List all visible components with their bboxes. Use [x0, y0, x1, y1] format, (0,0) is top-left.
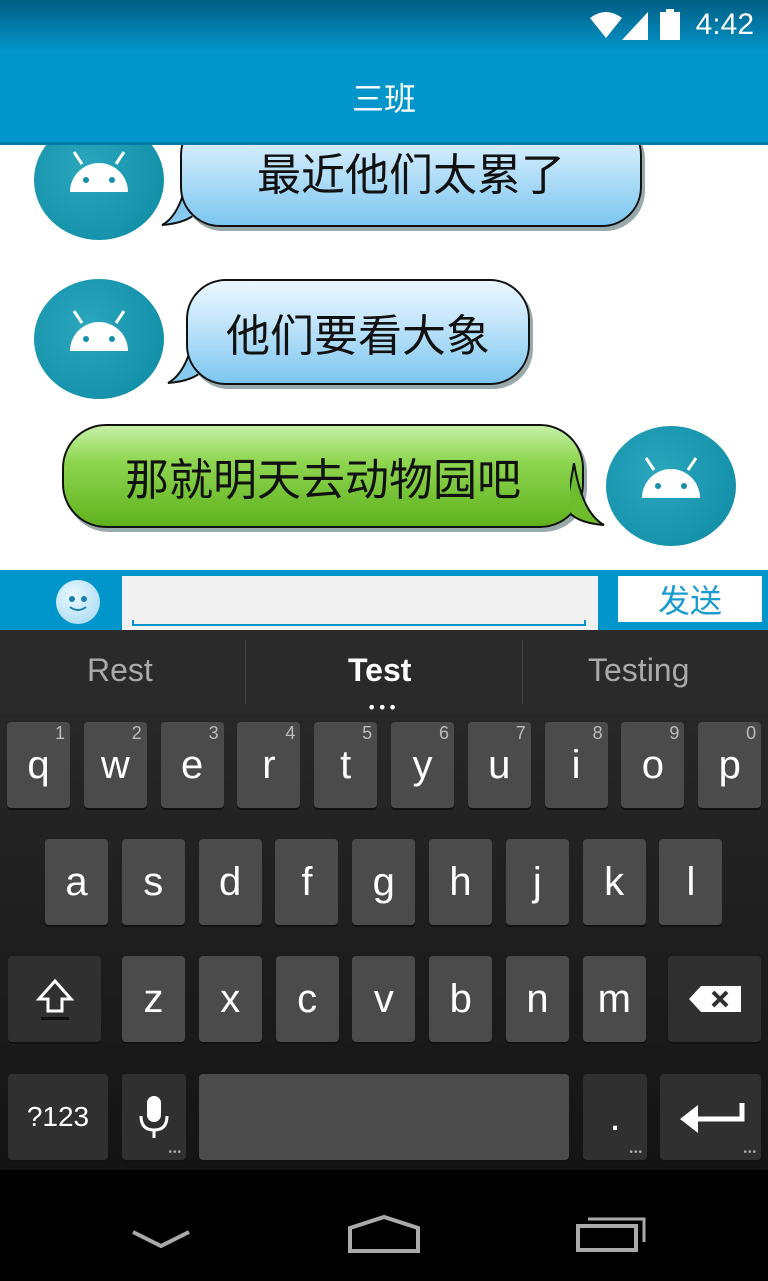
status-bar: 4:42	[0, 0, 768, 50]
key-label: o	[641, 742, 665, 787]
smiley-icon	[69, 596, 87, 611]
key-hint: 8	[592, 723, 603, 743]
chat-bubble[interactable]: 那就明天去动物园吧	[62, 424, 584, 528]
key-label: t	[340, 742, 352, 787]
shift-icon	[35, 978, 74, 1020]
key-t[interactable]: t5	[314, 722, 378, 808]
key-label: y	[412, 742, 433, 787]
key-hint: 4	[285, 723, 296, 743]
send-button[interactable]: 发送	[618, 576, 762, 622]
key-y[interactable]: y6	[391, 722, 454, 808]
page-title: 三班	[351, 80, 416, 118]
key-h[interactable]: h	[429, 839, 492, 925]
status-icons	[590, 9, 680, 40]
key-label: q	[27, 742, 50, 787]
bubble-tail	[570, 463, 605, 526]
status-time: 4:42	[695, 8, 754, 41]
key-f[interactable]: f	[275, 839, 339, 925]
key-hint: 1	[54, 723, 65, 743]
suggestion-left[interactable]: Rest	[87, 652, 153, 689]
title-bar: 三班	[0, 50, 768, 145]
key-hint: 9	[669, 723, 680, 743]
key-label: w	[100, 742, 130, 787]
key-m[interactable]: m	[582, 956, 646, 1042]
battery-icon	[660, 9, 680, 40]
navigation-bar	[0, 1170, 768, 1281]
key-label: r	[262, 742, 276, 787]
chat-area[interactable]: 最近他们太累了 他们要看大象 那就明天去动物园吧	[0, 145, 768, 570]
key-o[interactable]: o9	[621, 722, 685, 808]
emoji-button[interactable]	[56, 580, 100, 624]
key-g[interactable]: g	[352, 839, 416, 925]
key-a[interactable]: a	[45, 839, 108, 925]
suggestion-right[interactable]: Testing	[588, 652, 689, 689]
period-key[interactable]: . •••	[583, 1074, 647, 1160]
key-q[interactable]: q1	[7, 722, 70, 808]
suggestion-center[interactable]: Test	[348, 652, 411, 689]
key-hint: 6	[438, 723, 449, 743]
period-label: .	[609, 1094, 621, 1139]
key-hint: 2	[131, 723, 142, 743]
key-d[interactable]: d	[198, 839, 262, 925]
soft-keyboard: Rest Test ••• Testing ?123 ••• . ••• •••…	[0, 630, 768, 1170]
android-icon	[70, 151, 128, 192]
key-j[interactable]: j	[505, 839, 569, 925]
symbols-key[interactable]: ?123	[8, 1074, 108, 1160]
android-icon	[70, 310, 128, 351]
avatar[interactable]	[606, 426, 736, 546]
chat-bubble[interactable]: 他们要看大象	[186, 279, 530, 385]
key-b[interactable]: b	[429, 956, 493, 1042]
key-hint: 7	[515, 723, 526, 743]
back-icon[interactable]	[130, 1228, 192, 1250]
key-i[interactable]: i8	[544, 722, 608, 808]
avatar[interactable]	[34, 279, 164, 399]
key-hint: 5	[362, 723, 373, 743]
key-v[interactable]: v	[352, 956, 416, 1042]
key-label: e	[180, 742, 204, 787]
key-w[interactable]: w2	[83, 722, 147, 808]
backspace-key[interactable]	[668, 956, 761, 1042]
key-label: p	[718, 742, 741, 787]
key-c[interactable]: c	[275, 956, 339, 1042]
key-r[interactable]: r4	[237, 722, 301, 808]
key-p[interactable]: p0	[698, 722, 762, 808]
signal-icon	[622, 12, 648, 40]
key-e[interactable]: e3	[160, 722, 224, 808]
wifi-icon	[590, 12, 622, 38]
key-n[interactable]: n	[506, 956, 569, 1042]
key-k[interactable]: k	[582, 839, 646, 925]
home-icon[interactable]	[346, 1214, 422, 1254]
key-hint: 0	[746, 723, 757, 743]
more-suggestions-dots: •••	[367, 698, 399, 717]
recent-apps-icon[interactable]	[574, 1214, 648, 1254]
suggestion-strip: Rest Test ••• Testing	[0, 630, 768, 717]
key-u[interactable]: u7	[467, 722, 531, 808]
key-x[interactable]: x	[198, 956, 262, 1042]
shift-key[interactable]	[8, 956, 101, 1042]
backspace-icon	[688, 986, 741, 1012]
enter-icon	[679, 1103, 744, 1133]
microphone-icon	[139, 1096, 169, 1138]
key-l[interactable]: l	[659, 839, 723, 925]
space-key[interactable]	[199, 1074, 569, 1160]
android-icon	[642, 457, 700, 498]
avatar[interactable]	[34, 145, 164, 240]
key-s[interactable]: s	[121, 839, 185, 925]
key-hint: 3	[208, 723, 219, 743]
enter-key[interactable]: •••	[660, 1074, 761, 1160]
key-label: i	[571, 742, 581, 787]
key-z[interactable]: z	[122, 956, 185, 1042]
mic-key[interactable]: •••	[122, 1074, 186, 1160]
input-bar: 发送	[0, 570, 768, 630]
input-underline	[132, 620, 586, 626]
chat-bubble[interactable]: 最近他们太累了	[180, 145, 642, 227]
key-label: u	[488, 742, 511, 787]
